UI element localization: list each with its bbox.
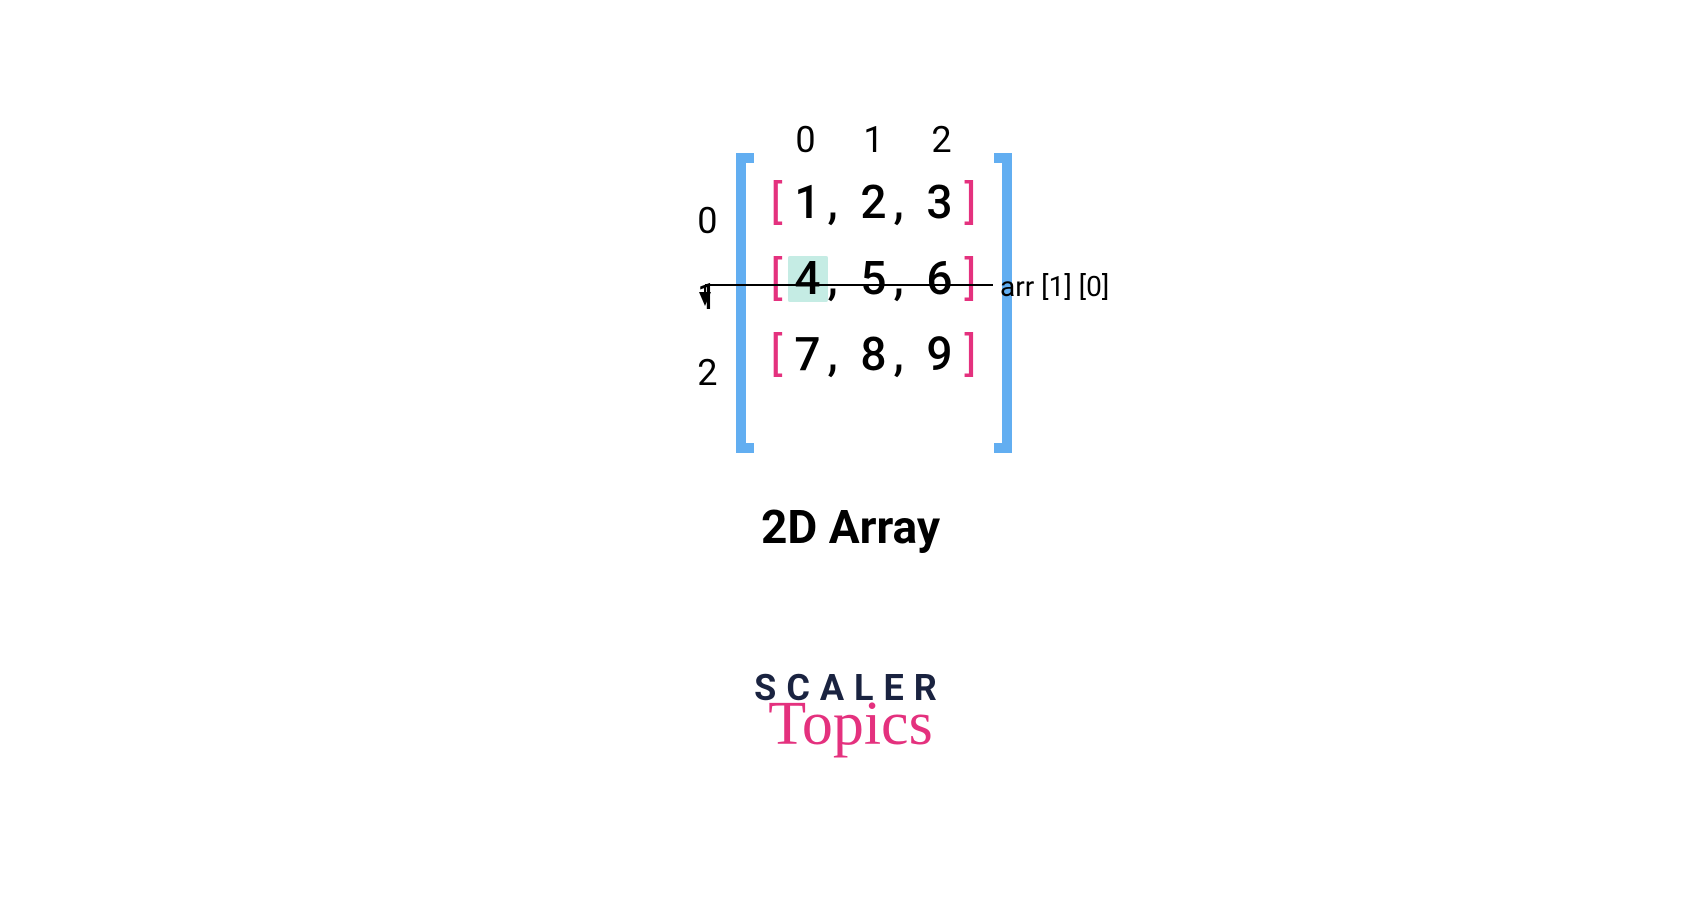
cell-1-1: 5 xyxy=(854,256,894,302)
comma: , xyxy=(894,332,920,378)
bracket-open-icon: [ xyxy=(766,328,788,382)
cell-0-2: 3 xyxy=(920,180,960,226)
matrix-body: 0 1 2 [ 1 , 2 , 3 ] [ 4 , 5 , 6 ] [ 7 , … xyxy=(754,115,994,393)
cell-0-1: 2 xyxy=(854,180,894,226)
array-row-2: [ 7 , 8 , 9 ] xyxy=(766,317,982,393)
bracket-close-icon: ] xyxy=(960,328,982,382)
col-index-2: 2 xyxy=(928,119,956,161)
brand-logo: SCALER Topics xyxy=(754,670,947,750)
outer-bracket-right xyxy=(994,153,1012,453)
column-indices: 0 1 2 xyxy=(766,115,982,165)
cell-1-2: 6 xyxy=(920,256,960,302)
row-index-2: 2 xyxy=(690,335,718,411)
bracket-close-icon: ] xyxy=(960,176,982,230)
comma: , xyxy=(828,180,854,226)
comma: , xyxy=(828,332,854,378)
cell-2-1: 8 xyxy=(854,332,894,378)
bracket-close-icon: ] xyxy=(960,252,982,306)
logo-line2: Topics xyxy=(754,700,947,750)
cell-2-2: 9 xyxy=(920,332,960,378)
diagram-title: 2D Array xyxy=(761,501,940,555)
array-row-0: [ 1 , 2 , 3 ] xyxy=(766,165,982,241)
comma: , xyxy=(894,256,920,302)
bracket-open-icon: [ xyxy=(766,176,788,230)
annotation-label: arr [1] [0] xyxy=(1000,270,1109,303)
row-index-0: 0 xyxy=(690,183,718,259)
comma: , xyxy=(828,256,854,302)
col-index-1: 1 xyxy=(860,119,888,161)
cell-0-0: 1 xyxy=(788,180,828,226)
bracket-open-icon: [ xyxy=(766,252,788,306)
row-index-1: 1 xyxy=(690,259,718,335)
outer-bracket-left xyxy=(736,153,754,453)
col-index-0: 0 xyxy=(792,119,820,161)
cell-1-0-highlighted: 4 xyxy=(788,256,828,302)
comma: , xyxy=(894,180,920,226)
array-row-1: [ 4 , 5 , 6 ] xyxy=(766,241,982,317)
array-diagram: 0 1 2 0 1 2 [ 1 , 2 , 3 ] [ 4 , 5 , 6 ] xyxy=(690,115,1012,453)
cell-2-0: 7 xyxy=(788,332,828,378)
row-indices: 0 1 2 xyxy=(690,183,718,411)
